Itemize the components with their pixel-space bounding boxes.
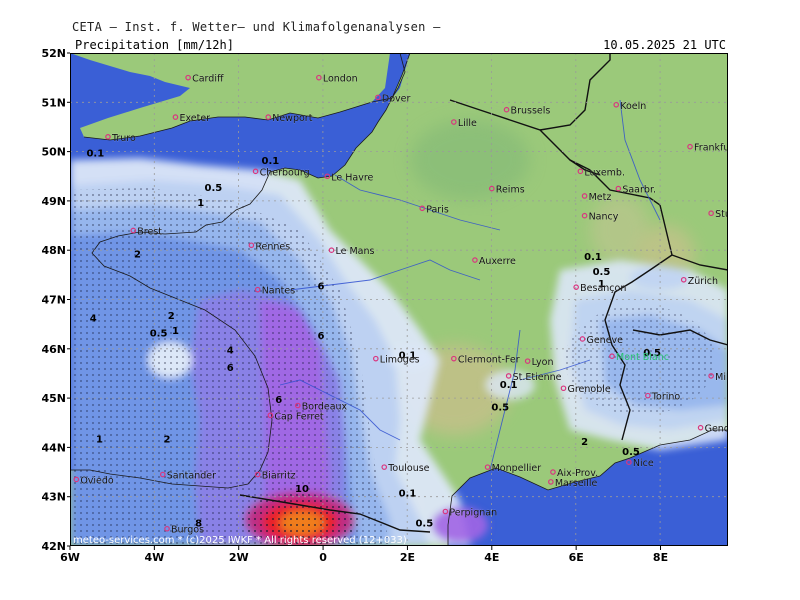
isoline-label: 0.5 (415, 518, 433, 529)
lat-label: 42N (41, 540, 66, 553)
city-label: Geneve (586, 335, 623, 346)
lat-label: 52N (41, 47, 66, 60)
city-label: Newport (272, 113, 312, 124)
lon-label: 2W (229, 551, 249, 564)
city-label: London (323, 74, 358, 85)
isoline-label: 0.5 (150, 328, 168, 339)
isoline-label: 2 (164, 434, 171, 445)
footer-copyright: meteo-services.com * (c)2025 IWKF * All … (73, 535, 407, 546)
lat-label: 45N (41, 392, 66, 405)
city-label: Monpellier (492, 463, 542, 474)
lon-label: 0 (319, 551, 327, 564)
lat-label: 49N (41, 195, 66, 208)
isoline-label: 6 (317, 331, 324, 342)
city-label: Oviedo (80, 475, 114, 486)
isoline-label: 1 (172, 326, 179, 337)
map-canvas: 0.10.10.5124 20.5 1466661 21080.10.10.50.10… (70, 53, 728, 546)
header-institute: CETA – Inst. f. Wetter– und Klimafolgena… (72, 20, 441, 34)
isoline-label: 2 (134, 250, 141, 261)
city-label: Stuttgart (715, 209, 728, 220)
city-label: Luxemb. (584, 167, 625, 178)
city-label: Lyon (532, 357, 554, 368)
city-label: Brussels (511, 106, 551, 117)
isoline-label: 0.1 (86, 149, 104, 160)
city-label: Paris (426, 204, 449, 215)
city-label: Cap Ferret (274, 411, 324, 422)
lat-label: 46N (41, 343, 66, 356)
city-label: Marseille (555, 478, 598, 489)
lat-label: 51N (41, 96, 66, 109)
lat-label: 47N (41, 294, 66, 307)
city-label: Besançon (580, 283, 626, 294)
city-label: Nice (633, 458, 654, 469)
lat-label: 50N (41, 146, 66, 159)
isoline-label: 1 (96, 434, 103, 445)
city-label: Brest (137, 226, 162, 237)
city-label: Zürich (688, 276, 718, 287)
lon-label: 6W (60, 551, 80, 564)
lat-label: 48N (41, 244, 66, 257)
city-label: Mont Blanc (616, 352, 669, 363)
lon-label: 2E (400, 551, 415, 564)
isoline-label: 6 (275, 395, 282, 406)
lat-label: 43N (41, 491, 66, 504)
city-label: Dover (382, 93, 411, 104)
city-label: Koeln (620, 101, 646, 112)
city-label: Perpignan (449, 507, 497, 518)
isoline-label: 0.1 (584, 252, 602, 263)
city-label: Rennes (255, 241, 290, 252)
isoline-label: 2 (168, 311, 175, 322)
city-label: Grenoble (568, 384, 611, 395)
isoline-label: 6 (227, 363, 234, 374)
isoline-label: 0.1 (261, 156, 279, 167)
city-label: Nancy (589, 212, 619, 223)
isoline-label: 0.5 (491, 402, 509, 413)
city-label: Limoges (380, 355, 420, 366)
isoline-label: 10 (295, 484, 309, 495)
isoline-label: 0.1 (399, 489, 417, 500)
city-label: Torino (651, 392, 681, 403)
city-label: Milano (715, 372, 728, 383)
isoline-label: 4 (227, 346, 234, 357)
isoline-label: 6 (317, 282, 324, 293)
isoline-label: 0.5 (622, 447, 640, 458)
city-label: Truro (111, 133, 136, 144)
city-label: Genova (705, 424, 728, 435)
city-label: St.Etienne (513, 372, 562, 383)
city-label: Metz (589, 192, 612, 203)
isoline-label: 4 (90, 314, 97, 325)
lon-label: 4W (144, 551, 164, 564)
lon-label: 8E (653, 551, 668, 564)
city-label: Le Mans (336, 246, 375, 257)
city-label: Toulouse (387, 463, 429, 474)
longitude-labels: 6W 4W 2W 0 2E 4E 6E 8E (60, 546, 668, 564)
city-label: Cherbourg (260, 167, 310, 178)
city-label: Clermont-Fer (458, 355, 520, 366)
isoline-label: 0.5 (593, 267, 611, 278)
city-label: Cardiff (192, 74, 224, 85)
valid-time: 10.05.2025 21 UTC (601, 38, 728, 52)
city-label: Frankfurt (694, 143, 728, 154)
city-label: Le Havre (331, 172, 373, 183)
city-label: Biarritz (262, 471, 296, 482)
city-label: Saarbr. (622, 185, 656, 196)
city-label: Santander (167, 471, 216, 482)
city-label: Nantes (262, 286, 296, 297)
lat-label: 44N (41, 441, 66, 454)
city-label: Auxerre (479, 256, 516, 267)
lon-label: 6E (569, 551, 584, 564)
isoline-label: 1 (197, 198, 204, 209)
lon-label: 4E (484, 551, 499, 564)
city-label: Exeter (179, 113, 210, 124)
parameter-title: Precipitation [mm/12h] (73, 38, 236, 52)
city-label: Lille (458, 118, 477, 129)
latitude-labels: 52N 51N 50N 49N 48N 47N 46N 45N 44N 43N 42N (41, 47, 70, 553)
city-label: Reims (496, 185, 525, 196)
isoline-label: 0.5 (205, 183, 223, 194)
isoline-label: 2 (581, 437, 588, 448)
